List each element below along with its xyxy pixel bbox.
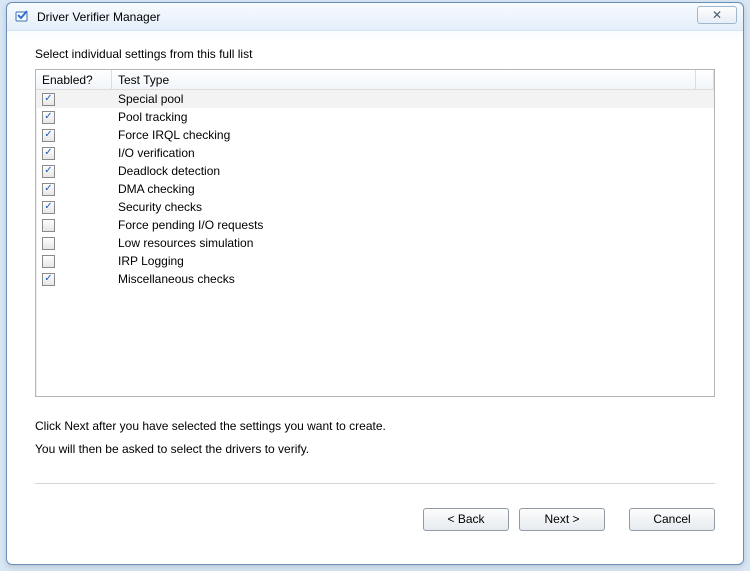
settings-listview[interactable]: Enabled? Test Type ✓ Special pool ✓ Pool tr… (35, 69, 715, 397)
close-icon: ✕ (712, 8, 722, 22)
checkbox[interactable]: ✓ (42, 93, 55, 106)
divider (35, 483, 715, 484)
dialog-window: Driver Verifier Manager ✕ Select individ… (6, 2, 744, 565)
cell-testtype-label: Force IRQL checking (112, 128, 714, 142)
list-item[interactable]: ✓ DMA checking (36, 180, 714, 198)
cell-testtype-label: Pool tracking (112, 110, 714, 124)
help-text: Click Next after you have selected the s… (35, 415, 715, 461)
window-title: Driver Verifier Manager (37, 10, 160, 24)
cell-enabled: ✓ (42, 165, 112, 178)
checkbox[interactable] (42, 219, 55, 232)
back-button[interactable]: < Back (423, 508, 509, 531)
button-bar: < Back Next > Cancel (7, 494, 743, 531)
cell-enabled: ✓ (42, 147, 112, 160)
checkbox[interactable] (42, 255, 55, 268)
list-item[interactable]: ✓ Deadlock detection (36, 162, 714, 180)
checkbox[interactable]: ✓ (42, 273, 55, 286)
help-line-1: Click Next after you have selected the s… (35, 415, 715, 438)
column-header-testtype[interactable]: Test Type (112, 70, 696, 89)
cell-testtype-label: Deadlock detection (112, 164, 714, 178)
list-item[interactable]: ✓ Miscellaneous checks (36, 270, 714, 288)
cell-testtype-label: Special pool (112, 92, 714, 106)
titlebar[interactable]: Driver Verifier Manager ✕ (7, 3, 743, 31)
app-icon (15, 9, 31, 25)
list-item[interactable]: Low resources simulation (36, 234, 714, 252)
cell-enabled (42, 237, 112, 250)
list-item[interactable]: ✓ Security checks (36, 198, 714, 216)
cell-enabled: ✓ (42, 273, 112, 286)
list-item[interactable]: ✓ I/O verification (36, 144, 714, 162)
cell-testtype-label: IRP Logging (112, 254, 714, 268)
content-area: Select individual settings from this ful… (7, 31, 743, 494)
help-line-2: You will then be asked to select the dri… (35, 438, 715, 461)
cell-enabled (42, 255, 112, 268)
cell-testtype-label: Low resources simulation (112, 236, 714, 250)
list-item[interactable]: IRP Logging (36, 252, 714, 270)
checkbox[interactable]: ✓ (42, 147, 55, 160)
checkbox[interactable]: ✓ (42, 129, 55, 142)
cell-enabled: ✓ (42, 129, 112, 142)
close-button[interactable]: ✕ (697, 6, 737, 24)
list-item[interactable]: ✓ Force IRQL checking (36, 126, 714, 144)
instruction-text: Select individual settings from this ful… (35, 47, 715, 61)
column-header-enabled[interactable]: Enabled? (36, 70, 112, 89)
list-body[interactable]: ✓ Special pool ✓ Pool tracking ✓ Force IRQL c… (36, 90, 714, 396)
list-item[interactable]: Force pending I/O requests (36, 216, 714, 234)
cell-testtype-label: Miscellaneous checks (112, 272, 714, 286)
checkbox[interactable]: ✓ (42, 183, 55, 196)
checkbox[interactable]: ✓ (42, 201, 55, 214)
cancel-button[interactable]: Cancel (629, 508, 715, 531)
list-header: Enabled? Test Type (36, 70, 714, 90)
cell-testtype-label: DMA checking (112, 182, 714, 196)
checkbox[interactable]: ✓ (42, 111, 55, 124)
checkbox[interactable]: ✓ (42, 165, 55, 178)
cell-enabled: ✓ (42, 111, 112, 124)
cell-enabled: ✓ (42, 183, 112, 196)
checkbox[interactable] (42, 237, 55, 250)
list-item[interactable]: ✓ Special pool (36, 90, 714, 108)
next-button[interactable]: Next > (519, 508, 605, 531)
cell-enabled (42, 219, 112, 232)
cell-testtype-label: Security checks (112, 200, 714, 214)
list-item[interactable]: ✓ Pool tracking (36, 108, 714, 126)
cell-testtype-label: I/O verification (112, 146, 714, 160)
cell-testtype-label: Force pending I/O requests (112, 218, 714, 232)
cell-enabled: ✓ (42, 201, 112, 214)
cell-enabled: ✓ (42, 93, 112, 106)
column-header-scrollgap (696, 70, 714, 89)
